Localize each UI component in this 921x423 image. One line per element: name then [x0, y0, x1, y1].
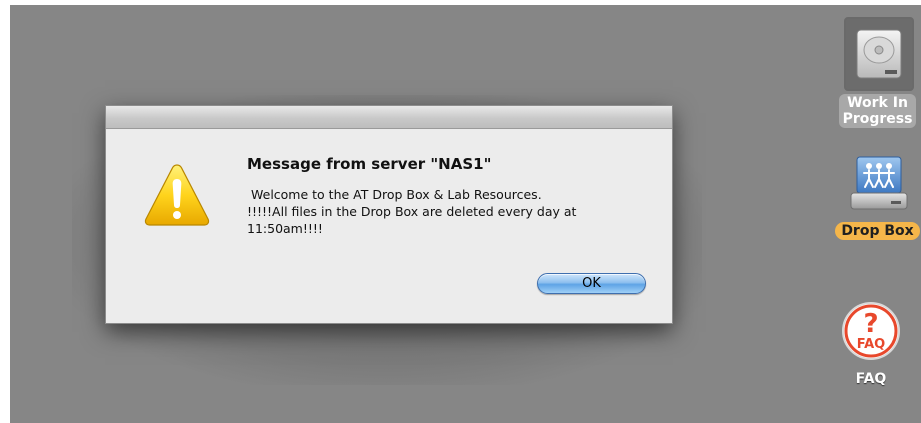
dialog-message: Welcome to the AT Drop Box & Lab Resourc…	[247, 186, 647, 237]
warning-icon	[143, 161, 211, 229]
desktop-icon-faq[interactable]: ? FAQ FAQ	[836, 300, 906, 387]
alert-dialog: Message from server "NAS1" Welcome to th…	[105, 105, 673, 324]
dialog-title: Message from server "NAS1"	[247, 155, 492, 173]
desktop: Work In Progress Drop Box ? FAQ FAQ Mess…	[10, 5, 921, 423]
hard-drive-icon	[843, 17, 914, 91]
message-line: !!!!!All files in the Drop Box are delet…	[247, 204, 577, 219]
message-line: 11:50am!!!!	[247, 221, 323, 236]
svg-text:?: ?	[863, 309, 878, 339]
shared-folder-icon	[847, 155, 909, 216]
desktop-icon-label: Drop Box	[835, 222, 920, 240]
svg-text:FAQ: FAQ	[857, 337, 886, 352]
desktop-icon-work-in-progress[interactable]: Work In Progress	[828, 17, 921, 128]
message-line: Welcome to the AT Drop Box & Lab Resourc…	[251, 187, 542, 202]
desktop-icon-label: FAQ	[855, 371, 887, 387]
desktop-icon-drop-box[interactable]: Drop Box	[830, 155, 921, 240]
faq-icon: ? FAQ	[840, 300, 902, 367]
dialog-titlebar[interactable]	[106, 106, 672, 129]
desktop-icon-label: Work In Progress	[838, 94, 917, 128]
ok-button[interactable]: OK	[537, 273, 646, 294]
